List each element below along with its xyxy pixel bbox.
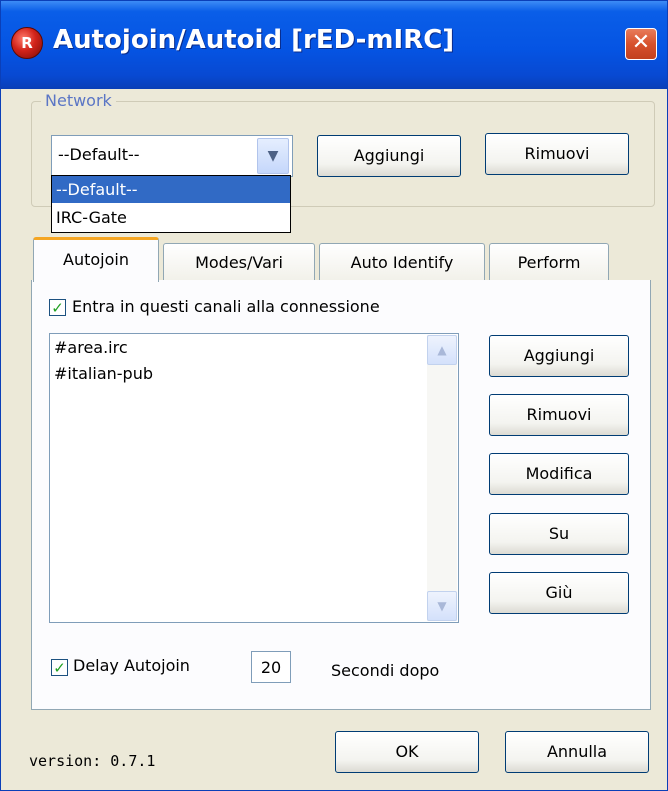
channel-edit-button[interactable]: Modifica — [489, 453, 629, 495]
scroll-down-icon[interactable]: ▼ — [427, 591, 457, 621]
delay-autojoin-label: Delay Autojoin — [73, 656, 190, 675]
scroll-up-icon[interactable]: ▲ — [427, 335, 457, 365]
delay-autojoin-checkbox[interactable]: ✓ — [51, 659, 68, 677]
title-bar[interactable]: R Autojoin/Autoid [rED-mIRC] ✕ — [1, 1, 667, 89]
tab-autojoin[interactable]: Autojoin — [33, 237, 159, 282]
tab-modes-vari[interactable]: Modes/Vari — [163, 243, 315, 280]
window-title: Autojoin/Autoid [rED-mIRC] — [53, 25, 455, 55]
channel-remove-button[interactable]: Rimuovi — [489, 394, 629, 436]
tab-perform[interactable]: Perform — [489, 243, 609, 280]
dropdown-option-default[interactable]: --Default-- — [52, 176, 290, 203]
list-item[interactable]: #italian-pub — [54, 364, 153, 383]
network-legend: Network — [41, 91, 116, 110]
autojoin-enable-label: Entra in questi canali alla connessione — [72, 297, 380, 316]
delay-suffix-label: Secondi dopo — [331, 661, 440, 680]
channel-add-button[interactable]: Aggiungi — [489, 335, 629, 377]
network-dropdown-list: --Default-- IRC-Gate — [51, 175, 291, 233]
tab-auto-identify[interactable]: Auto Identify — [319, 243, 485, 280]
dropdown-option-irc-gate[interactable]: IRC-Gate — [52, 204, 290, 231]
network-remove-button[interactable]: Rimuovi — [485, 133, 629, 175]
cancel-button[interactable]: Annulla — [505, 731, 649, 773]
version-label: version: 0.7.1 — [29, 752, 156, 770]
close-button[interactable]: ✕ — [625, 28, 657, 60]
list-item[interactable]: #area.irc — [54, 338, 128, 357]
network-combobox-value: --Default-- — [58, 145, 140, 164]
app-icon: R — [11, 27, 43, 59]
autojoin-enable-checkbox[interactable]: ✓ — [49, 299, 66, 317]
delay-seconds-input[interactable]: 20 — [251, 651, 291, 683]
ok-button[interactable]: OK — [335, 731, 479, 773]
channel-move-up-button[interactable]: Su — [489, 513, 629, 555]
network-add-button[interactable]: Aggiungi — [317, 135, 461, 177]
channel-listbox[interactable]: #area.irc #italian-pub — [49, 333, 459, 623]
chevron-down-icon[interactable]: ▼ — [257, 138, 289, 174]
channel-list-scrollbar[interactable]: ▲ ▼ — [427, 335, 457, 621]
dialog-window: R Autojoin/Autoid [rED-mIRC] ✕ Network -… — [0, 0, 668, 791]
channel-move-down-button[interactable]: Giù — [489, 572, 629, 614]
